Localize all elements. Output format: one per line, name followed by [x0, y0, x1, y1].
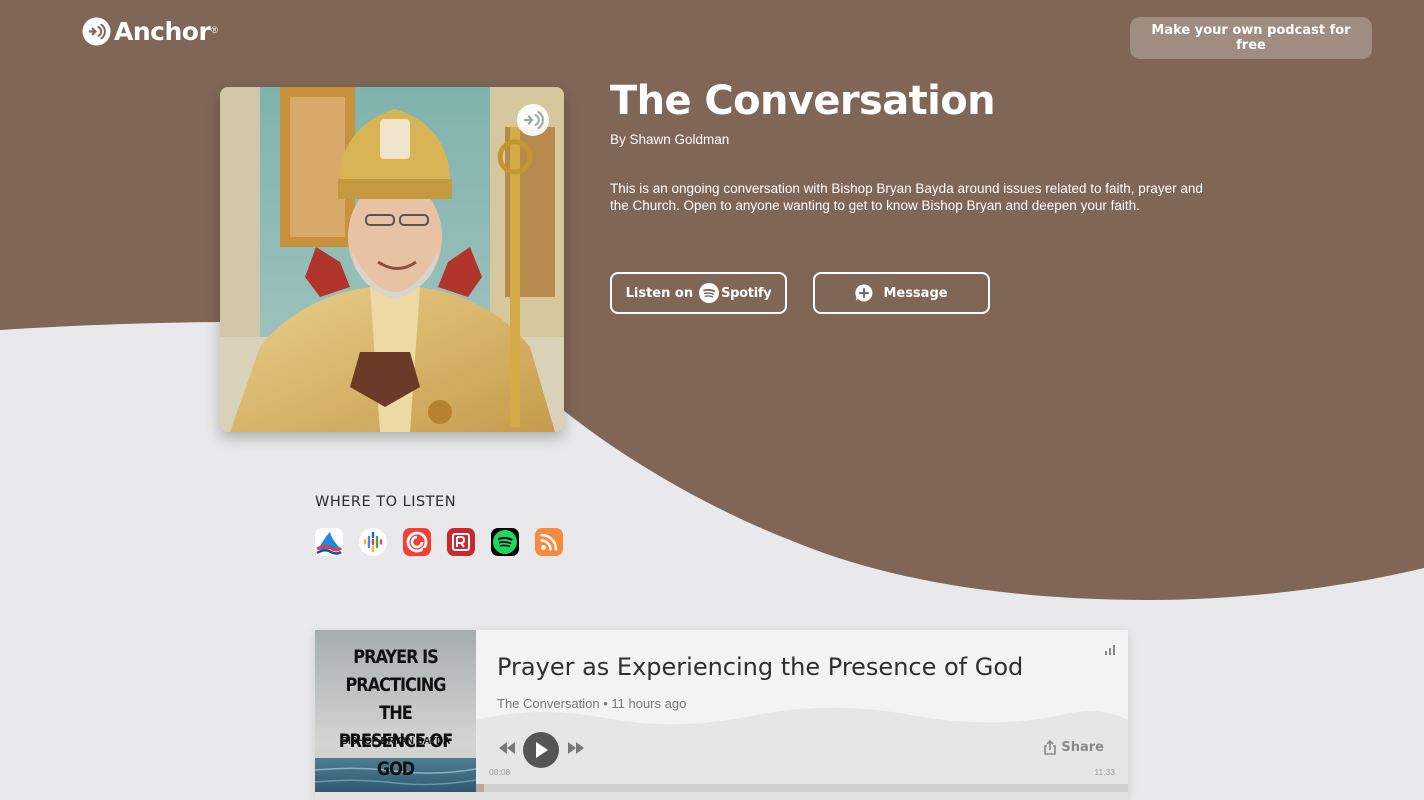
play-icon	[536, 742, 548, 758]
podcast-cover-art	[220, 87, 564, 432]
rewind-button[interactable]	[498, 742, 516, 754]
listen-on-spotify-button[interactable]: Listen on Spotify	[610, 272, 787, 314]
registered-mark: ®	[211, 25, 218, 35]
cover-photo	[220, 87, 564, 432]
share-label: Share	[1061, 740, 1104, 755]
anchor-logo[interactable]: Anchor ®	[82, 17, 218, 46]
episode-art-author: BISHOP BRYAN BAYDA	[340, 736, 451, 747]
art-line-1: PRAYER IS	[353, 646, 439, 668]
podcast-title: The Conversation	[610, 78, 996, 124]
google-podcasts-icon	[359, 528, 387, 556]
google-podcasts-link[interactable]	[359, 528, 387, 556]
spotify-logo: Spotify	[699, 283, 772, 303]
art-line-2: PRACTICING THE	[345, 674, 446, 724]
anchor-badge-icon	[517, 104, 549, 136]
message-label: Message	[883, 285, 948, 301]
card-footer-strip	[315, 792, 1128, 800]
episode-title[interactable]: Prayer as Experiencing the Presence of G…	[497, 653, 1023, 681]
spotify-icon	[699, 283, 720, 303]
share-icon	[1044, 740, 1057, 755]
radio-public-icon	[452, 533, 470, 551]
rss-icon	[540, 533, 558, 551]
play-button[interactable]	[523, 732, 559, 768]
share-button[interactable]: Share	[1043, 740, 1104, 755]
make-podcast-button[interactable]: Make your own podcast for free	[1130, 17, 1372, 59]
episode-art-title: PRAYER IS PRACTICING THE PRESENCE OF GOD	[327, 643, 464, 783]
progress-fill	[476, 784, 484, 792]
radio-public-link[interactable]	[447, 528, 475, 556]
breaker-icon	[315, 528, 343, 556]
spotify-wordmark: Spotify	[721, 285, 772, 301]
podcast-description: This is an ongoing conversation with Bis…	[610, 181, 1203, 213]
progress-bar[interactable]	[476, 784, 1128, 792]
pocket-casts-icon	[406, 531, 429, 554]
episode-details: Prayer as Experiencing the Presence of G…	[476, 630, 1128, 792]
spotify-icon	[493, 530, 517, 554]
message-button[interactable]: Message	[813, 272, 990, 314]
episode-meta: The Conversation • 11 hours ago	[497, 696, 687, 711]
episode-card: PRAYER IS PRACTICING THE PRESENCE OF GOD…	[315, 630, 1128, 800]
episode-cover-art: PRAYER IS PRACTICING THE PRESENCE OF GOD…	[315, 630, 476, 792]
listen-on-label: Listen on	[625, 285, 694, 301]
breaker-link[interactable]	[315, 528, 343, 556]
logo-wordmark: Anchor	[114, 17, 211, 46]
rss-link[interactable]	[535, 528, 563, 556]
current-time: 00:08	[489, 767, 511, 777]
pocket-casts-link[interactable]	[403, 528, 431, 556]
add-message-icon	[855, 284, 873, 302]
total-duration: 11:33	[1094, 767, 1115, 777]
fast-forward-icon	[568, 742, 584, 754]
spotify-link[interactable]	[491, 528, 519, 556]
platform-links	[315, 528, 579, 556]
fast-forward-button[interactable]	[567, 742, 585, 754]
anchor-logo-icon	[82, 17, 111, 46]
where-to-listen-heading: WHERE TO LISTEN	[315, 494, 457, 510]
podcast-author: By Shawn Goldman	[610, 132, 730, 147]
rewind-icon	[499, 742, 515, 754]
stats-icon[interactable]	[1104, 644, 1116, 656]
